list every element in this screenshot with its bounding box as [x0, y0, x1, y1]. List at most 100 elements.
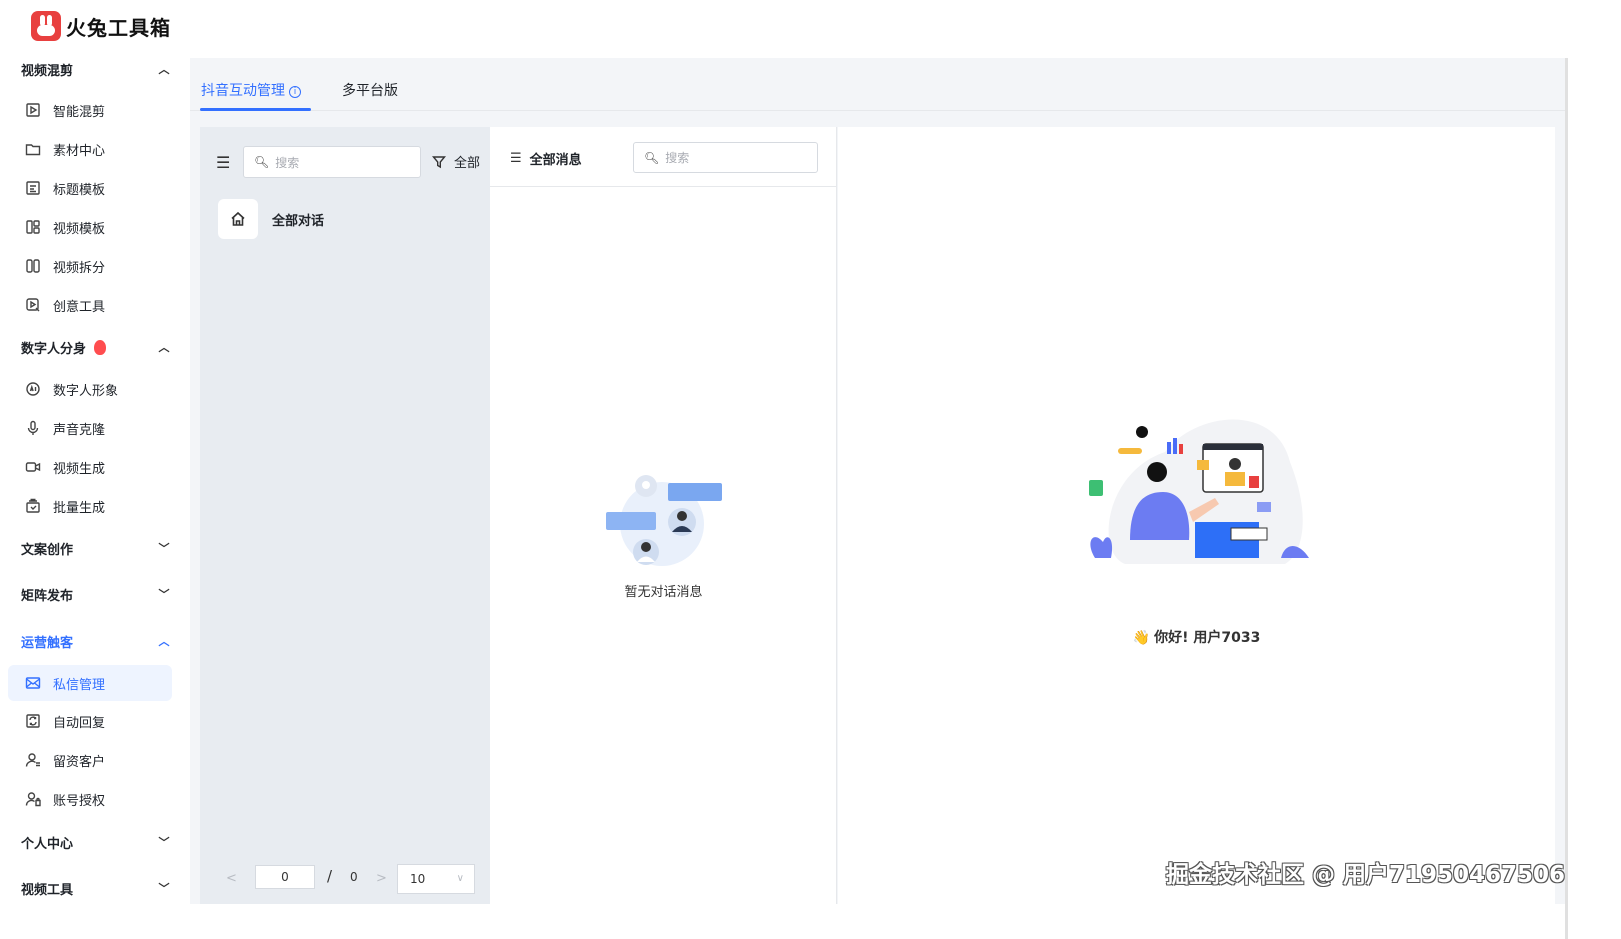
chevron-up-icon: ︿ [158, 635, 170, 648]
app-root: 火兔工具箱 视频混剪 ︿ 智能混剪 素材中心 标题模板 视频模板 视频拆分 创意… [0, 0, 1621, 939]
sidebar-group-label: 数字人分身 [21, 341, 87, 357]
sidebar-group-label: 矩阵发布 [21, 588, 74, 604]
messages-title-text: 全部消息 [529, 153, 582, 168]
user-auth-icon [24, 790, 42, 808]
sidebar-item-leads[interactable]: 留资客户 [8, 742, 172, 778]
sidebar-item-batch-generate[interactable]: 批量生成 [8, 488, 172, 524]
page-scrollbar[interactable] [1565, 58, 1568, 939]
search-icon: 🔍︎ [644, 150, 660, 165]
sidebar-group-label: 视频混剪 [21, 63, 74, 79]
prev-page-button[interactable]: < [226, 871, 237, 886]
sidebar-group-operations[interactable]: 运营触客 ︿ [21, 630, 171, 652]
sidebar-item-video-templates[interactable]: 视频模板 [8, 209, 172, 245]
sidebar-item-video-generate[interactable]: 视频生成 [8, 449, 172, 485]
conversation-item-all[interactable]: 全部对话 [218, 199, 324, 239]
app-name: 火兔工具箱 [66, 15, 171, 40]
sidebar-group-copywriting[interactable]: 文案创作 ﹀ [21, 537, 171, 559]
sidebar-item-label: 创意工具 [53, 299, 106, 315]
layout-icon [24, 218, 42, 236]
top-header: 火兔工具箱 [0, 0, 1621, 58]
chevron-down-icon: ﹀ [158, 588, 170, 601]
tab-douyin-interaction[interactable]: 抖音互动管理 i [201, 80, 301, 100]
sidebar-item-label: 视频拆分 [53, 260, 106, 276]
mail-icon [24, 674, 42, 692]
pagination: < 0 / 0 > 10 ∨ [200, 861, 490, 894]
folder-icon [24, 140, 42, 158]
tab-label: 多平台版 [342, 83, 398, 99]
sidebar-group-label: 个人中心 [21, 836, 74, 852]
messages-header: ☰ 全部消息 🔍︎ 搜索 [490, 127, 837, 187]
sidebar-item-label: 数字人形象 [53, 383, 119, 399]
search-icon: 🔍︎ [254, 155, 270, 169]
sidebar-item-private-messages[interactable]: 私信管理 [8, 665, 172, 701]
list-icon: ☰ [510, 151, 522, 166]
sidebar-item-label: 智能混剪 [53, 104, 106, 120]
chevron-up-icon: ︿ [158, 341, 170, 354]
microphone-icon [24, 419, 42, 437]
page-size-select[interactable]: 10 ∨ [397, 864, 475, 894]
search-placeholder: 搜索 [275, 155, 300, 170]
sidebar-item-materials[interactable]: 素材中心 [8, 131, 172, 167]
sidebar-item-digital-avatar[interactable]: 数字人形象 [8, 371, 172, 407]
sidebar-item-label: 私信管理 [53, 677, 106, 693]
empty-chat-illustration [606, 475, 722, 566]
sidebar-item-label: 素材中心 [53, 143, 106, 159]
customer-icon [24, 751, 42, 769]
collapse-menu-icon[interactable]: ☰ [216, 153, 230, 172]
title-template-icon [24, 179, 42, 197]
page-total: 0 [350, 870, 358, 884]
sidebar-item-label: 视频生成 [53, 461, 106, 477]
batch-icon [24, 497, 42, 515]
sidebar-group-matrix-publish[interactable]: 矩阵发布 ﹀ [21, 583, 171, 605]
filter-icon [432, 155, 446, 168]
sidebar-group-label: 视频工具 [21, 882, 74, 898]
messages-search-input[interactable]: 🔍︎ 搜索 [633, 142, 818, 173]
sidebar-group-personal-center[interactable]: 个人中心 ﹀ [21, 831, 171, 853]
page-size-value: 10 [410, 872, 426, 886]
welcome-illustration [1089, 419, 1309, 564]
sidebar-item-label: 留资客户 [53, 754, 106, 770]
sidebar-item-label: 批量生成 [53, 500, 106, 516]
sidebar-item-auto-reply[interactable]: 自动回复 [8, 703, 172, 739]
conversation-label: 全部对话 [272, 213, 325, 229]
tab-bar: 抖音互动管理 i 多平台版 [190, 58, 1565, 111]
watermark-text: 掘金技术社区 @ 用户71950467506 [1166, 862, 1566, 888]
sidebar-group-label: 运营触客 [21, 635, 74, 651]
sidebar-group-video-tools[interactable]: 视频工具 ﹀ [21, 877, 171, 899]
sidebar-item-creative-tools[interactable]: 创意工具 [8, 287, 172, 323]
conversation-search-input[interactable]: 🔍︎ 搜索 [243, 146, 421, 178]
sidebar-item-voice-clone[interactable]: 声音克隆 [8, 410, 172, 446]
sidebar-item-smart-mix[interactable]: 智能混剪 [8, 92, 172, 128]
page-number-input[interactable]: 0 [255, 865, 315, 889]
main-content: 抖音互动管理 i 多平台版 ☰ 🔍︎ 搜索 全部 全部对话 < 0 / 0 > … [190, 58, 1565, 904]
app-logo[interactable]: 火兔工具箱 [31, 11, 171, 41]
wave-icon: 👋 [1132, 630, 1151, 646]
tab-multi-platform[interactable]: 多平台版 [342, 80, 398, 100]
chevron-down-icon: ﹀ [158, 836, 170, 849]
rabbit-logo-icon [31, 11, 61, 41]
sidebar-item-account-auth[interactable]: 账号授权 [8, 781, 172, 817]
next-page-button[interactable]: > [376, 871, 387, 886]
sidebar-item-label: 声音克隆 [53, 422, 106, 438]
sidebar-item-video-split[interactable]: 视频拆分 [8, 248, 172, 284]
filter-dropdown[interactable]: 全部 [432, 152, 480, 171]
empty-state-text: 暂无对话消息 [624, 585, 703, 600]
greeting-label: 你好! 用户7033 [1154, 630, 1261, 646]
fire-icon [94, 339, 107, 355]
sidebar-group-digital-human[interactable]: 数字人分身 ︿ [21, 336, 171, 358]
info-icon[interactable]: i [289, 86, 301, 98]
page-separator: / [327, 867, 333, 885]
sidebar-item-label: 视频模板 [53, 221, 106, 237]
sidebar-item-title-templates[interactable]: 标题模板 [8, 170, 172, 206]
sidebar-item-label: 标题模板 [53, 182, 106, 198]
sidebar-item-label: 自动回复 [53, 715, 106, 731]
home-icon [218, 199, 258, 239]
conversation-panel: ☰ 🔍︎ 搜索 全部 全部对话 < 0 / 0 > 10 ∨ [200, 127, 490, 904]
smart-mix-icon [24, 101, 42, 119]
greeting-text: 👋 你好! 用户7033 [838, 627, 1555, 647]
sidebar-item-label: 账号授权 [53, 793, 106, 809]
sidebar-group-video-mix[interactable]: 视频混剪 ︿ [21, 58, 171, 80]
ai-avatar-icon [24, 380, 42, 398]
video-camera-icon [24, 458, 42, 476]
sidebar-group-label-wrap: 数字人分身 [21, 338, 107, 357]
